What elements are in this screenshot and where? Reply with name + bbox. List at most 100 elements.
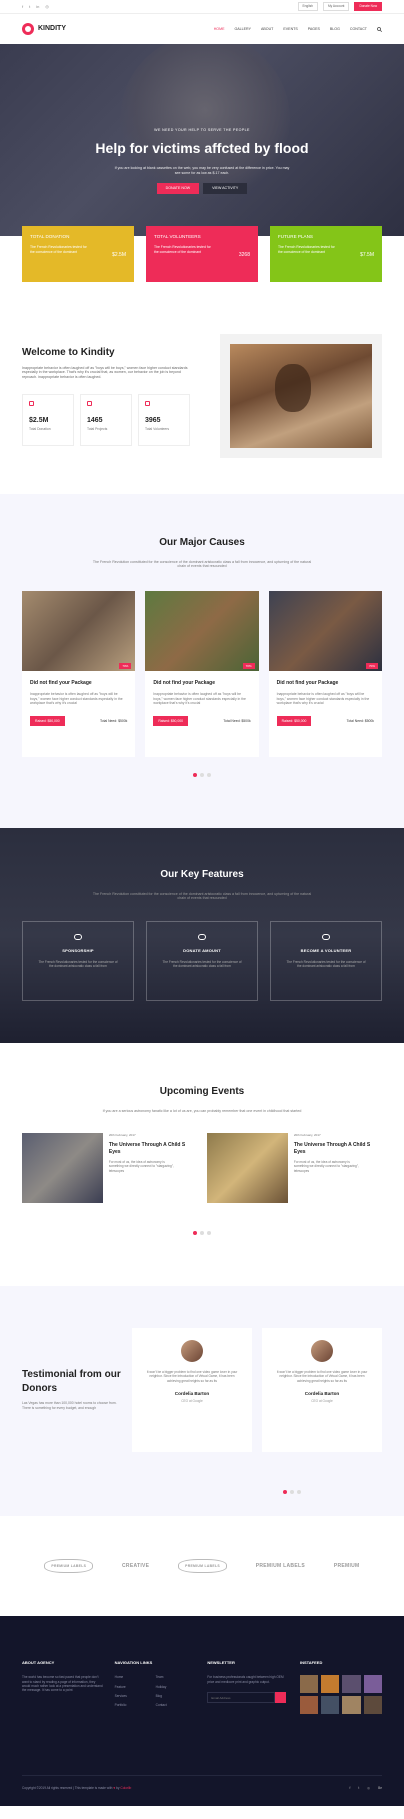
footer-link[interactable]: Portfolio: [115, 1703, 156, 1707]
footer-link[interactable]: Team: [156, 1675, 197, 1679]
causes-title: Our Major Causes: [159, 537, 245, 548]
footer-link[interactable]: Feature: [115, 1685, 156, 1689]
colorlib-link[interactable]: Colorlib: [120, 1786, 131, 1790]
features-section: Our Key Features The French Revolution c…: [0, 828, 404, 1043]
insta-thumb[interactable]: [342, 1675, 361, 1694]
insta-thumb[interactable]: [321, 1696, 340, 1715]
testimonial-carousel-dots: [0, 1490, 404, 1494]
insta-thumb[interactable]: [299, 1696, 319, 1715]
my-account-link[interactable]: My Account: [322, 2, 350, 11]
top-bar: f t in ◎ English My Account Donate Now: [0, 0, 404, 14]
send-button[interactable]: [275, 1692, 287, 1704]
footer-link[interactable]: Contact: [156, 1703, 197, 1707]
carousel-dot[interactable]: [193, 773, 197, 778]
carousel-dot[interactable]: [207, 1231, 211, 1236]
features-title: Our Key Features: [160, 869, 244, 880]
stat-title: TOTAL DONATION: [30, 234, 70, 239]
footer-link[interactable]: Blog: [156, 1694, 197, 1698]
cause-title[interactable]: Did not find your Package: [277, 680, 374, 687]
main-nav: KINDITY HOME GALLERY ABOUT EVENTS PAGES …: [0, 14, 404, 44]
nav-item-events[interactable]: EVENTS: [283, 27, 297, 32]
cause-card[interactable]: 70% Did not find your Package Inappropri…: [145, 591, 259, 758]
linkedin-icon[interactable]: in: [36, 4, 39, 9]
cause-title[interactable]: Did not find your Package: [153, 680, 250, 687]
carousel-dot[interactable]: [283, 1490, 287, 1494]
facebook-icon[interactable]: f: [350, 1786, 351, 1790]
insta-thumb[interactable]: [363, 1696, 382, 1715]
causes-carousel-dots: [0, 773, 404, 778]
welcome-section: Welcome to Kindity Inappropriate behavio…: [0, 282, 404, 494]
total-need: Total Need: $500k: [346, 718, 374, 723]
insta-thumb[interactable]: [363, 1675, 382, 1694]
donate-now-button[interactable]: Donate Now: [354, 2, 382, 11]
footer-link[interactable]: Home: [115, 1675, 156, 1679]
twitter-icon[interactable]: t: [29, 4, 30, 9]
stat-title: FUTURE PLANS: [278, 234, 313, 239]
carousel-dot[interactable]: [200, 773, 204, 778]
newsletter-email-input[interactable]: [207, 1692, 276, 1704]
event-date: 20th February, 2017: [293, 1133, 321, 1138]
carousel-dot[interactable]: [290, 1490, 294, 1494]
insta-thumb[interactable]: [321, 1675, 340, 1694]
dribbble-icon[interactable]: ◎: [367, 1786, 370, 1790]
nav-item-contact[interactable]: CONTACT: [350, 27, 367, 32]
carousel-dot[interactable]: [297, 1490, 301, 1494]
facebook-icon[interactable]: f: [22, 4, 23, 9]
carousel-dot[interactable]: [193, 1231, 197, 1236]
cause-title[interactable]: Did not find your Package: [30, 680, 127, 687]
testimonial-card: It won't be a bigger problem to find one…: [262, 1328, 382, 1452]
mini-stat-projects: 1465 Total Projects: [80, 394, 132, 447]
event-title[interactable]: The Universe Through A Child S Eyes: [109, 1142, 197, 1156]
feature-card: BECOME A VOLUNTEER The French Revolution…: [270, 921, 382, 1002]
client-logo: PREMIUM LABELS: [44, 1558, 94, 1574]
behance-icon[interactable]: Be: [378, 1786, 382, 1790]
stat-card-donation: TOTAL DONATION The French Revolutionarie…: [22, 226, 134, 282]
progress-tag: 70%: [119, 663, 132, 670]
welcome-text: Inappropriate behavior is often laughed …: [22, 365, 188, 380]
logo[interactable]: KINDITY: [22, 23, 66, 35]
nav-item-about[interactable]: ABOUT: [261, 27, 273, 32]
stat-card-volunteers: TOTAL VOLUNTEERS The French Revolutionar…: [146, 226, 258, 282]
event-title[interactable]: The Universe Through A Child S Eyes: [294, 1142, 382, 1156]
carousel-dot[interactable]: [207, 773, 211, 778]
nav-item-home[interactable]: HOME: [214, 27, 225, 32]
nav-item-gallery[interactable]: GALLERY: [234, 27, 251, 32]
feature-text: The French Revolutionaries tested for th…: [162, 959, 242, 968]
cause-card[interactable]: 70% Did not find your Package Inappropri…: [22, 591, 136, 758]
events-section: Upcoming Events If you are a serious ast…: [0, 1043, 404, 1286]
testimonial-role: CEO at Google: [311, 1399, 333, 1404]
footer-instafeed: INSTAFEED: [299, 1660, 382, 1715]
hero-donate-button[interactable]: DONATE NOW: [156, 183, 200, 195]
testimonial-section: Testimonial from our Donors Las Vegas ha…: [0, 1286, 404, 1516]
stat-amount: $7.5M: [360, 252, 374, 258]
insta-thumb[interactable]: [342, 1696, 361, 1715]
nav-item-blog[interactable]: BLOG: [330, 27, 340, 32]
insta-thumb[interactable]: [299, 1675, 319, 1694]
causes-section: Our Major Causes The French Revolution c…: [0, 494, 404, 828]
cause-image: 70%: [145, 591, 259, 672]
feature-title: BECOME A VOLUNTEER: [300, 948, 352, 954]
dribbble-icon[interactable]: ◎: [45, 4, 49, 9]
testimonial-role: CEO at Google: [181, 1399, 203, 1404]
twitter-icon[interactable]: t: [358, 1786, 359, 1790]
events-title: Upcoming Events: [159, 1086, 245, 1097]
top-socials: f t in ◎: [22, 4, 49, 9]
carousel-dot[interactable]: [200, 1231, 204, 1236]
language-select[interactable]: English: [297, 2, 318, 11]
event-card[interactable]: 20th February, 2017 The Universe Through…: [207, 1133, 382, 1204]
cause-card[interactable]: 70% Did not find your Package Inappropri…: [268, 591, 382, 758]
footer-link[interactable]: Holiday: [156, 1685, 197, 1689]
footer-link[interactable]: Services: [115, 1694, 156, 1698]
event-image: [22, 1133, 103, 1204]
footer-about: ABOUT AGENCY The world has become so fas…: [22, 1660, 104, 1714]
event-card[interactable]: 20th February, 2017 The Universe Through…: [22, 1133, 197, 1204]
raised-badge: Raised: $50,000: [276, 715, 312, 727]
avatar: [181, 1340, 203, 1362]
view-activity-button[interactable]: VIEW ACTIVITY: [203, 183, 248, 195]
search-icon[interactable]: [377, 26, 382, 32]
heart-logo-icon: [22, 23, 34, 35]
brand-name: KINDITY: [38, 25, 66, 33]
cause-image: 70%: [268, 591, 382, 672]
testimonial-quote: It won't be a bigger problem to find one…: [276, 1370, 368, 1383]
nav-item-pages[interactable]: PAGES: [308, 27, 320, 32]
